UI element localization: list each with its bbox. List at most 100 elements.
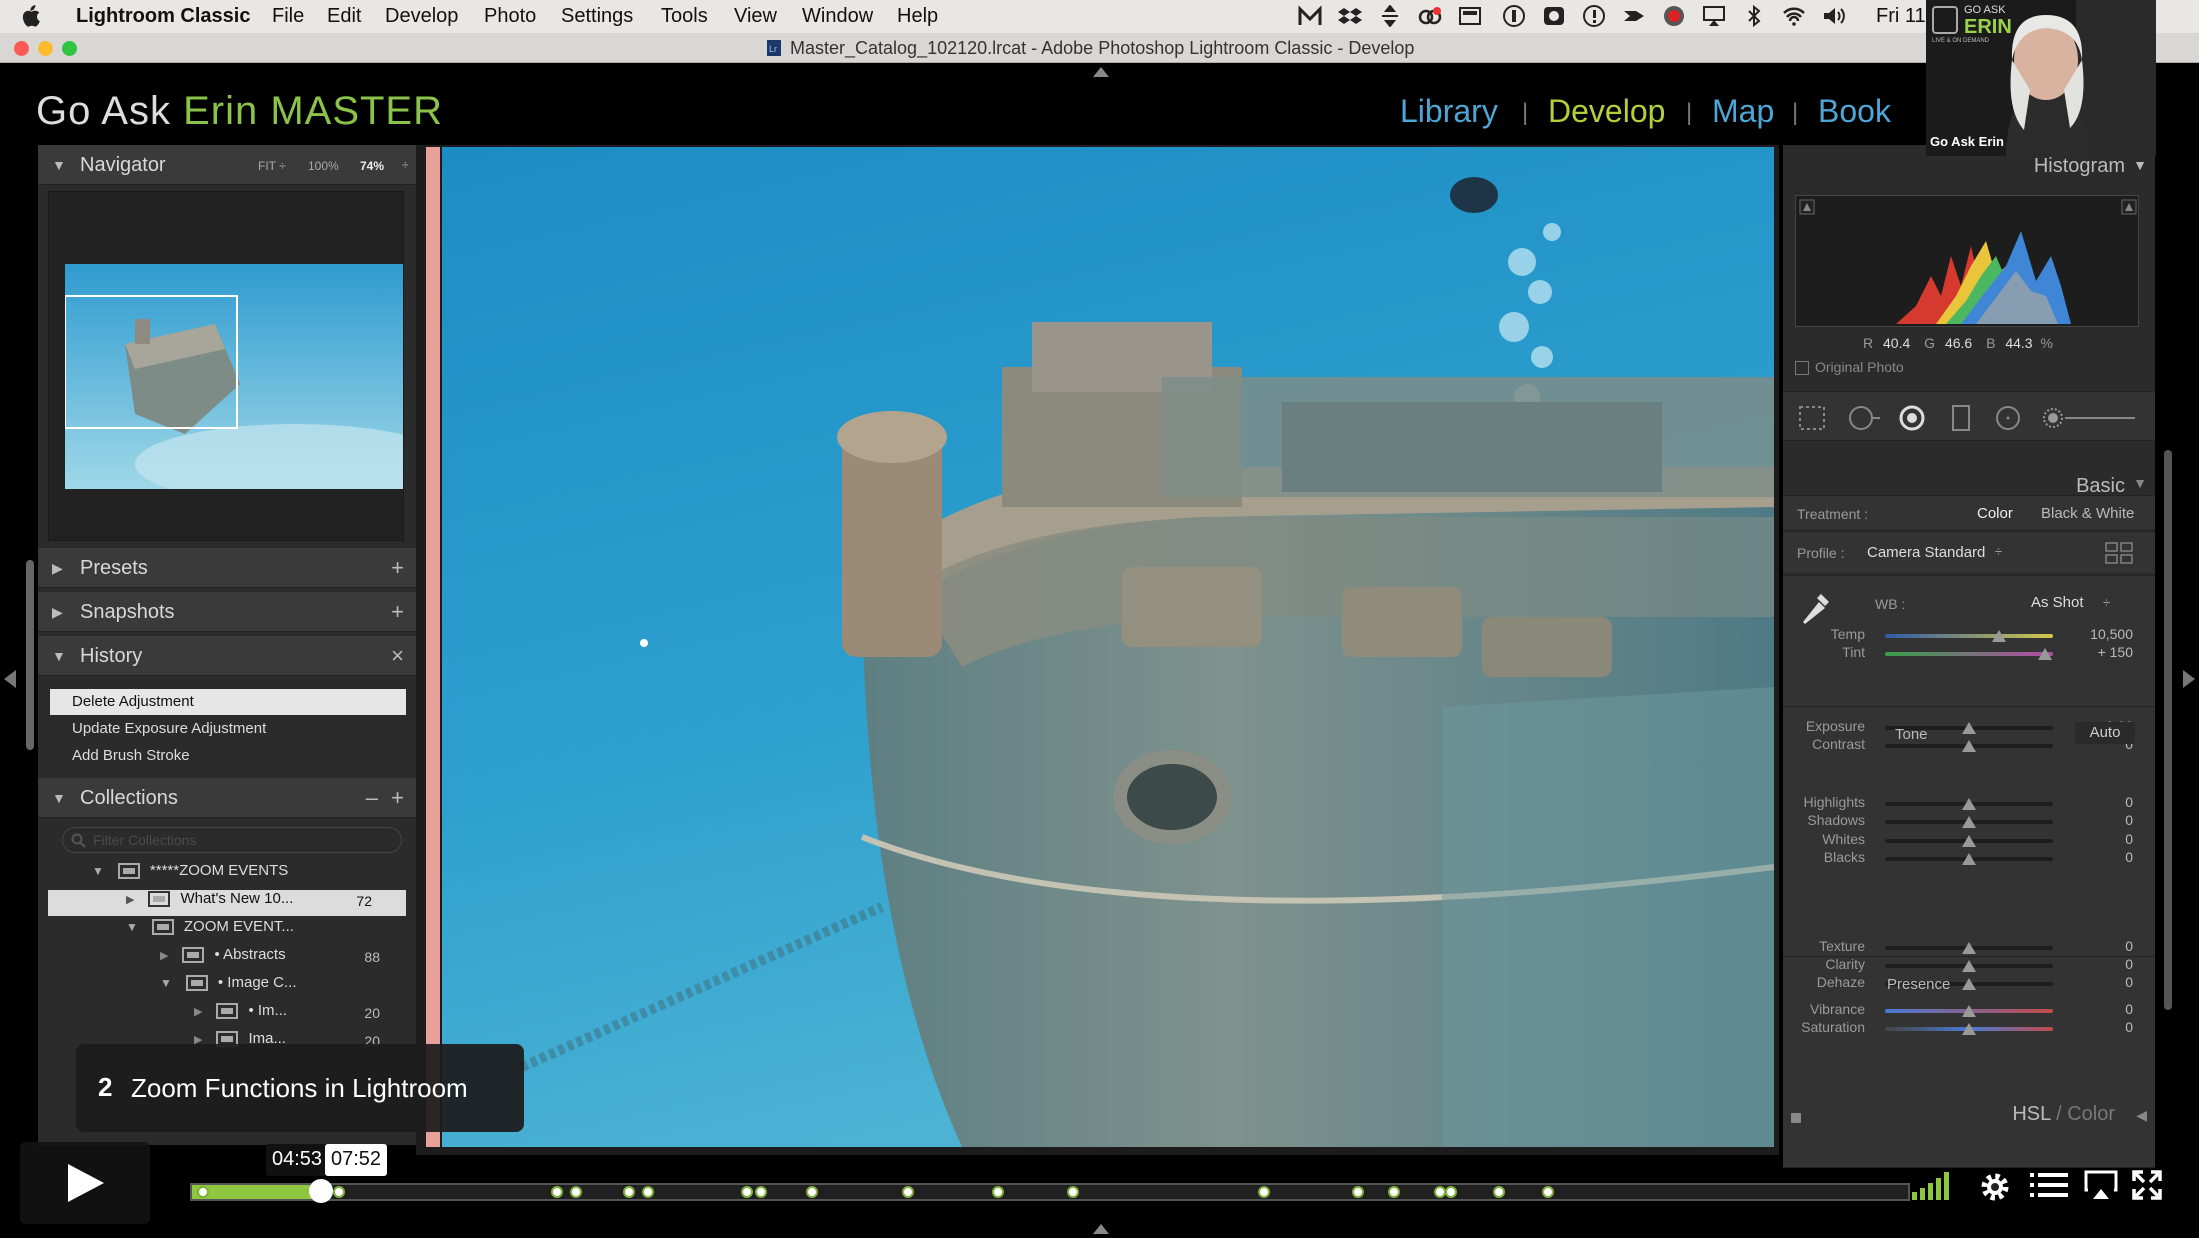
add-preset-button[interactable]: +	[391, 555, 404, 581]
settings-gear-icon[interactable]	[1978, 1170, 2012, 1204]
module-book[interactable]: Book	[1818, 93, 1891, 130]
shipwreck-photo[interactable]	[442, 147, 1774, 1147]
slider-thumb[interactable]	[1962, 835, 1976, 847]
collection-item[interactable]: ▶ • Im... 20	[194, 1002, 380, 1028]
slider-thumb[interactable]	[1962, 1005, 1976, 1017]
bluetooth-icon[interactable]	[1742, 5, 1766, 27]
slider-track[interactable]	[1885, 634, 2053, 638]
navigator-thumbnail[interactable]	[65, 264, 403, 489]
history-item[interactable]: Update Exposure Adjustment	[50, 716, 406, 742]
slider-value[interactable]: 0	[2083, 956, 2133, 972]
minimize-window-button[interactable]	[38, 41, 53, 56]
menu-develop[interactable]: Develop	[385, 5, 458, 28]
panel-toggle-icon[interactable]	[1791, 1113, 1801, 1123]
menu-view[interactable]: View	[734, 5, 777, 28]
chapter-marker[interactable]	[1542, 1186, 1555, 1198]
menubar-clock[interactable]: Fri 11:	[1876, 5, 1931, 28]
chapter-marker[interactable]	[1388, 1186, 1401, 1198]
filter-collections-field[interactable]: Filter Collections	[62, 827, 402, 853]
chapter-marker[interactable]	[1352, 1186, 1365, 1198]
history-item[interactable]: Delete Adjustment	[50, 689, 406, 715]
original-photo-toggle[interactable]: Original Photo	[1795, 359, 1904, 376]
navigator-header[interactable]: ▼ Navigator FIT ÷ 100% 74% ÷	[38, 145, 416, 185]
menu-tools[interactable]: Tools	[661, 5, 708, 28]
slider-track[interactable]	[1885, 652, 2053, 656]
chevron-updown-icon[interactable]: ÷	[1995, 544, 2002, 559]
history-item[interactable]: Add Brush Stroke	[50, 743, 406, 769]
airplay-icon[interactable]	[2084, 1170, 2118, 1200]
chevron-updown-icon[interactable]: ÷	[2103, 595, 2110, 610]
zoom-74[interactable]: 74%	[360, 159, 384, 173]
slider-value[interactable]: 0	[2083, 794, 2133, 810]
image-canvas[interactable]	[416, 145, 1779, 1155]
triangle-down-icon[interactable]: ▼	[2133, 157, 2147, 173]
chapters-list-icon[interactable]	[2030, 1170, 2068, 1200]
menu-photo[interactable]: Photo	[484, 5, 536, 28]
airplay-icon[interactable]	[1702, 5, 1726, 27]
chapter-marker[interactable]	[741, 1186, 754, 1198]
dropbox-icon[interactable]	[1338, 5, 1362, 27]
hsl-header[interactable]: HSL / Color	[2012, 1103, 2115, 1126]
collection-set[interactable]: ▼ ZOOM EVENT...	[126, 918, 402, 944]
chapter-marker[interactable]	[902, 1186, 915, 1198]
camera-app-icon[interactable]	[1542, 5, 1566, 27]
radial-filter-icon[interactable]	[1993, 404, 2023, 432]
triangle-left-icon[interactable]: ◀	[2136, 1107, 2147, 1124]
module-library[interactable]: Library	[1400, 93, 1498, 130]
chapter-marker[interactable]	[1444, 1186, 1457, 1198]
add-collection-button[interactable]: +	[391, 785, 404, 811]
menu-settings[interactable]: Settings	[561, 5, 633, 28]
slider-value[interactable]: 0	[2083, 849, 2133, 865]
slider-value[interactable]: 0	[2083, 974, 2133, 990]
slider-thumb[interactable]	[1962, 722, 1976, 734]
collapse-top-panel-icon[interactable]	[1093, 67, 1109, 77]
slider-value[interactable]: + 150	[2083, 644, 2133, 660]
zoom-100[interactable]: 100%	[308, 159, 339, 173]
remove-collection-button[interactable]: –	[366, 785, 378, 811]
slider-value[interactable]: 0	[2083, 1001, 2133, 1017]
triangle-down-icon[interactable]: ▼	[2133, 475, 2147, 491]
left-panel-scrollbar[interactable]	[26, 560, 34, 750]
zoom-window-button[interactable]	[62, 41, 77, 56]
add-snapshot-button[interactable]: +	[391, 599, 404, 625]
menu-help[interactable]: Help	[897, 5, 938, 28]
red-eye-icon[interactable]	[1897, 404, 1927, 432]
presets-header[interactable]: ▶ Presets +	[38, 548, 416, 588]
progress-track[interactable]	[190, 1179, 1910, 1203]
sync-icon[interactable]	[1378, 5, 1402, 27]
checkbox-icon[interactable]	[1795, 361, 1809, 376]
slider-thumb[interactable]	[2037, 648, 2052, 660]
app-menu[interactable]: Lightroom Classic	[76, 5, 250, 28]
chapter-marker[interactable]	[991, 1186, 1004, 1198]
window-icon[interactable]	[1458, 5, 1482, 27]
collapse-bottom-panel-icon[interactable]	[1093, 1224, 1109, 1234]
volume-icon[interactable]	[1822, 5, 1846, 27]
menu-edit[interactable]: Edit	[327, 5, 361, 28]
eyedropper-icon[interactable]	[1797, 584, 1835, 626]
slider-thumb[interactable]	[1962, 1023, 1976, 1035]
chapter-marker[interactable]	[332, 1186, 345, 1198]
play-button[interactable]	[20, 1142, 150, 1224]
wifi-icon[interactable]	[1782, 5, 1806, 27]
collapse-right-panel-icon[interactable]	[2183, 670, 2195, 688]
collection-item-selected[interactable]: ▶ What's New 10... 72	[48, 890, 406, 916]
slider-thumb[interactable]	[1962, 960, 1976, 972]
adjustment-brush-icon[interactable]	[2039, 404, 2139, 432]
zoom-fit[interactable]: FIT ÷	[258, 159, 286, 173]
treatment-color-button[interactable]: Color	[1977, 505, 2013, 522]
profile-browser-icon[interactable]	[2105, 542, 2133, 564]
history-header[interactable]: ▼ History ×	[38, 636, 416, 676]
collection-item[interactable]: ▶ • Abstracts 88	[160, 946, 380, 972]
malwarebytes-icon[interactable]	[1298, 5, 1322, 27]
chapter-marker[interactable]	[1067, 1186, 1080, 1198]
slider-thumb[interactable]	[1962, 798, 1976, 810]
info-icon[interactable]	[1582, 5, 1606, 27]
slider-value[interactable]: 10,500	[2083, 626, 2133, 642]
snapshots-header[interactable]: ▶ Snapshots +	[38, 592, 416, 632]
crop-overlay-icon[interactable]	[1797, 404, 1827, 432]
chapter-marker[interactable]	[754, 1186, 767, 1198]
chapter-marker[interactable]	[550, 1186, 563, 1198]
slider-thumb[interactable]	[1992, 630, 2007, 642]
spot-removal-icon[interactable]	[1847, 404, 1881, 432]
navigator-preview[interactable]	[48, 191, 404, 541]
